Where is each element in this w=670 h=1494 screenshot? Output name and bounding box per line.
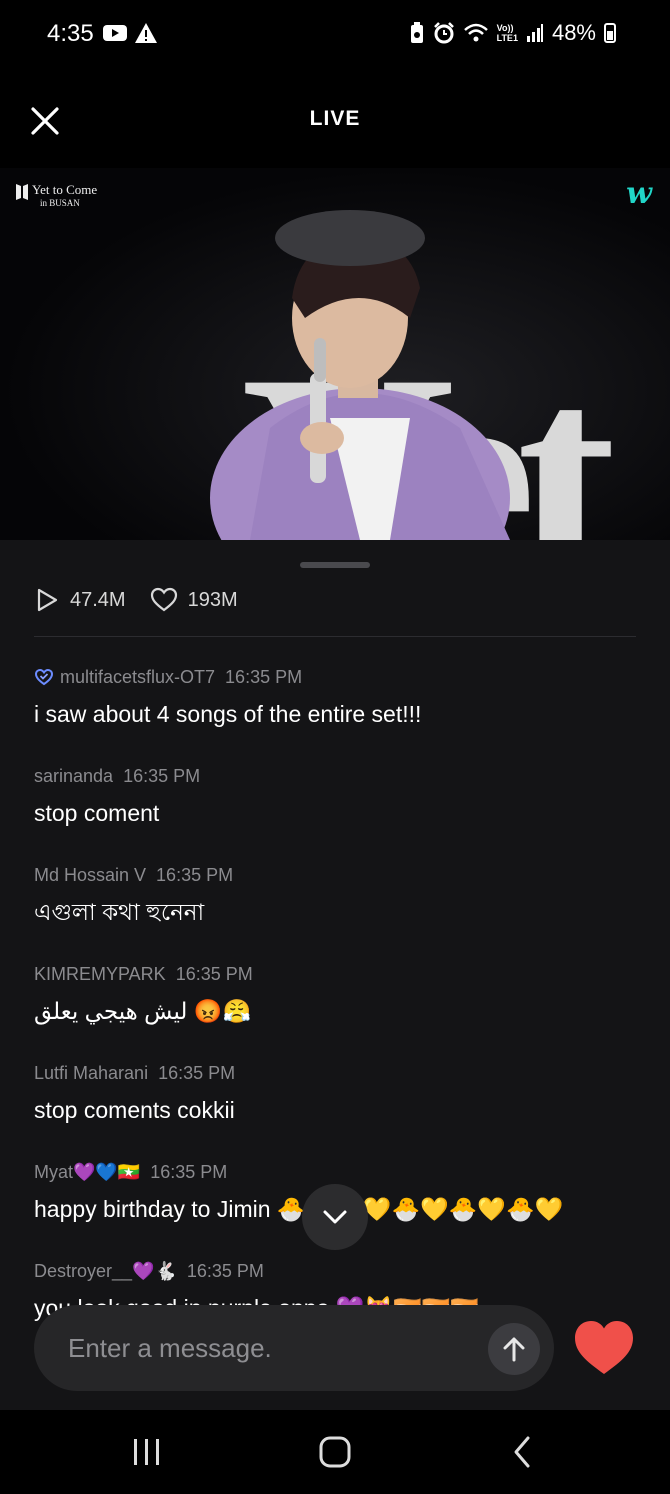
battery-saver-icon [410,22,423,43]
heart-icon[interactable] [572,1318,636,1378]
heart-outline-icon [150,587,177,612]
event-logo-title: Yet to Come [32,182,98,197]
chat-message: multifacetsflux-OT7 16:35 PM i saw about… [34,664,644,728]
chat-username[interactable]: Myat💜💙🇲🇲 [34,1162,140,1183]
live-stats: 47.4M 193M [34,587,262,613]
recent-apps-icon[interactable] [117,1432,177,1472]
chat-message: KIMREMYPARK 16:35 PM ليش هيجي يعلق 😡😤 [34,961,644,1025]
signal-icon [526,24,543,42]
chat-meta: Lutfi Maharani 16:35 PM [34,1060,644,1086]
chat-meta: Md Hossain V 16:35 PM [34,862,644,888]
chat-message: sarinanda 16:35 PM stop coment [34,763,644,827]
youtube-icon [103,25,127,41]
home-icon[interactable] [305,1432,365,1472]
wifi-icon [463,23,488,42]
chevron-down-icon [323,1210,347,1224]
volte-label: Vo)) [496,23,514,33]
volte-icon: Vo)) LTE1 [497,23,518,43]
battery-percent: 48% [551,20,596,45]
chat-username[interactable]: Destroyer__💜🐇 [34,1261,177,1282]
chat-meta: Destroyer__💜🐇 16:35 PM [34,1258,644,1284]
chat-meta: KIMREMYPARK 16:35 PM [34,961,644,987]
header: LIVE [0,70,670,168]
chat-timestamp: 16:35 PM [186,1260,264,1281]
views-stat: 47.4M [34,587,126,613]
status-time: 4:35 [47,20,94,47]
chat-timestamp: 16:35 PM [225,666,303,687]
status-bar: 4:35 Vo)) LTE1 48% [0,0,670,70]
alarm-icon [433,22,454,44]
message-composer [34,1305,554,1391]
chat-username[interactable]: sarinanda [34,766,113,787]
alert-icon [135,23,157,43]
system-nav-bar [0,1410,670,1494]
send-button[interactable] [488,1323,540,1375]
likes-count: 193M [187,588,238,611]
likes-stat: 193M [150,587,238,613]
page-title: LIVE [309,107,361,130]
video-player[interactable]: Yet Yet to Come in BUSAN w [0,168,670,540]
message-input[interactable] [66,1327,470,1369]
chat-username[interactable]: KIMREMYPARK [34,964,166,985]
chat-text: stop coment [34,800,160,826]
chat-text: i saw about 4 songs of the entire set!!! [34,701,422,727]
chat-timestamp: 16:35 PM [156,864,234,885]
scroll-to-bottom-button[interactable] [302,1184,368,1250]
chat-message: Lutfi Maharani 16:35 PM stop coments cok… [34,1060,644,1124]
event-logo: Yet to Come in BUSAN [16,182,97,208]
chat-text: এগুলা কথা হুনেনা [34,899,205,925]
divider [34,636,636,637]
status-notification-icons [102,22,158,44]
weverse-logo-icon: w [626,176,652,211]
chat-meta: multifacetsflux-OT7 16:35 PM [34,664,644,690]
chat-message: Md Hossain V 16:35 PM এগুলা কথা হুনেনা [34,862,644,926]
views-count: 47.4M [70,588,126,611]
lte-label: LTE1 [496,33,518,43]
bts-logo-icon [16,184,28,200]
performer-image [210,210,510,540]
arrow-up-icon [503,1337,525,1362]
chat-text: ليش هيجي يعلق 😡😤 [34,998,252,1024]
chat-text: stop coments cokkii [34,1097,235,1123]
play-icon [37,588,58,612]
chat-meta: Myat💜💙🇲🇲 16:35 PM [34,1159,644,1185]
sheet-drag-handle[interactable] [300,562,370,568]
event-logo-subtitle: in BUSAN [40,198,80,208]
chat-timestamp: 16:35 PM [175,963,253,984]
battery-icon [604,23,616,43]
chat-timestamp: 16:35 PM [150,1161,228,1182]
status-system-icons: Vo)) LTE1 48% [409,20,616,46]
chat-meta: sarinanda 16:35 PM [34,763,644,789]
back-icon[interactable] [492,1432,552,1472]
verified-badge-icon [34,668,54,686]
chat-username[interactable]: Md Hossain V [34,865,146,886]
chat-username[interactable]: Lutfi Maharani [34,1063,148,1084]
chat-timestamp: 16:35 PM [123,765,201,786]
chat-timestamp: 16:35 PM [158,1062,236,1083]
chat-username[interactable]: multifacetsflux-OT7 [60,667,215,688]
